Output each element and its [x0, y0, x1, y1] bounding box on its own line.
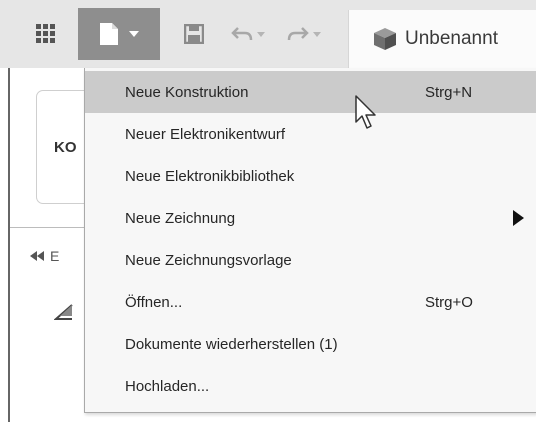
- double-left-arrow-icon: [30, 251, 44, 261]
- menu-item-upload[interactable]: Hochladen...: [85, 365, 536, 407]
- panel-border: [8, 68, 10, 422]
- grid-icon: [36, 24, 55, 43]
- toolbar: Unbenannt: [0, 0, 536, 68]
- menu-item-shortcut: Strg+N: [425, 83, 473, 101]
- document-tab[interactable]: Unbenannt: [348, 10, 536, 68]
- redo-button[interactable]: [276, 8, 332, 60]
- menu-item-label: Neue Elektronikbibliothek: [125, 167, 295, 185]
- chevron-down-icon: [129, 31, 139, 37]
- menu-item-open[interactable]: Öffnen... Strg+O: [85, 281, 536, 323]
- redo-icon: [287, 27, 309, 41]
- menu-item-label: Hochladen...: [125, 377, 210, 395]
- menu-item-new-drawing[interactable]: Neue Zeichnung: [85, 197, 536, 239]
- menu-item-shortcut: Strg+O: [425, 293, 473, 311]
- submenu-arrow-icon: [513, 210, 524, 226]
- file-menu-button[interactable]: [78, 8, 160, 60]
- undo-button[interactable]: [220, 8, 276, 60]
- angle-icon: [53, 304, 74, 325]
- redo-dropdown-icon: [313, 31, 321, 37]
- save-button[interactable]: [178, 8, 210, 60]
- undo-dropdown-icon: [257, 31, 265, 37]
- browser-label: E: [50, 248, 60, 264]
- menu-item-label: Neue Konstruktion: [125, 83, 249, 101]
- undo-icon: [231, 27, 253, 41]
- menu-item-label: Neue Zeichnung: [125, 209, 236, 227]
- menu-item-label: Dokumente wiederherstellen (1): [125, 335, 338, 353]
- menu-item-label: Öffnen...: [125, 293, 183, 311]
- apps-grid-button[interactable]: [24, 8, 68, 60]
- file-dropdown-menu: Neue Konstruktion Strg+N Neuer Elektroni…: [84, 68, 536, 413]
- divider: [10, 227, 90, 228]
- cube-icon: [373, 27, 397, 51]
- save-icon: [184, 24, 204, 44]
- menu-item-label: Neuer Elektronikentwurf: [125, 125, 286, 143]
- menu-item-new-drawing-template[interactable]: Neue Zeichnungsvorlage: [85, 239, 536, 281]
- mouse-cursor-icon: [355, 95, 376, 129]
- document-title: Unbenannt: [405, 28, 498, 49]
- browser-collapse[interactable]: E: [30, 248, 59, 264]
- menu-item-new-electronics-library[interactable]: Neue Elektronikbibliothek: [85, 155, 536, 197]
- menu-item-label: Neue Zeichnungsvorlage: [125, 251, 292, 269]
- card-label: KO: [54, 139, 77, 156]
- file-icon: [100, 23, 118, 45]
- menu-item-recover-documents[interactable]: Dokumente wiederherstellen (1): [85, 323, 536, 365]
- menu-item-new-electronics-design[interactable]: Neuer Elektronikentwurf: [85, 113, 536, 155]
- menu-item-new-design[interactable]: Neue Konstruktion Strg+N: [85, 71, 536, 113]
